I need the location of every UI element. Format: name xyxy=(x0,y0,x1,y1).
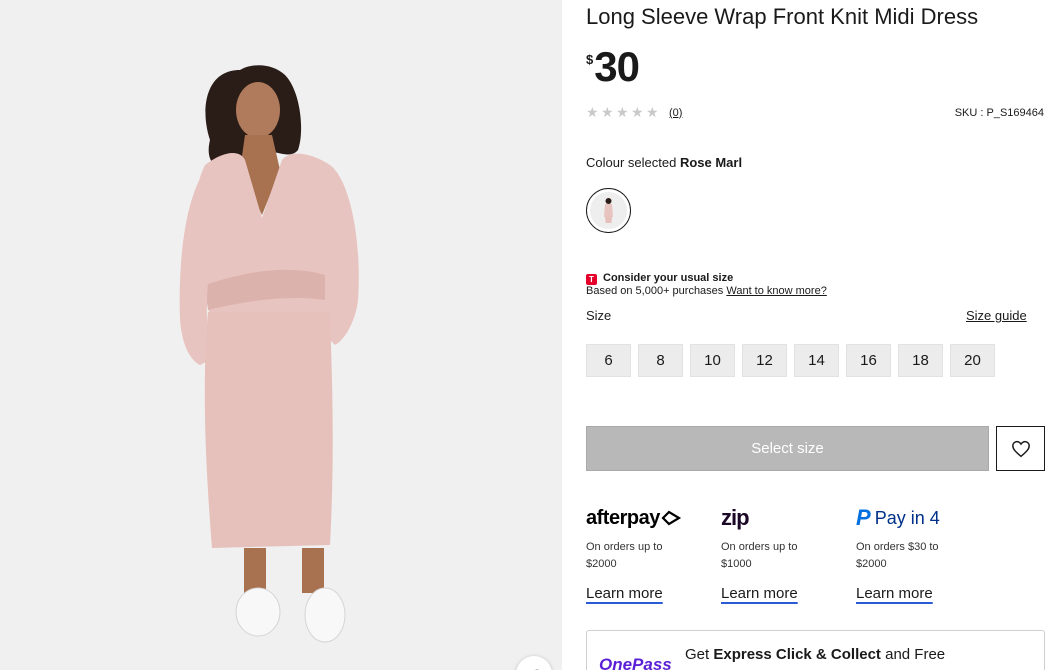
afterpay-desc-line1: On orders up to xyxy=(586,541,663,553)
paypal-logo: P Pay in 4 xyxy=(856,505,940,530)
colour-selected-value: Rose Marl xyxy=(679,155,743,170)
star-icon: ★ xyxy=(631,104,644,120)
star-icon: ★ xyxy=(646,104,659,120)
rating[interactable]: ★ ★ ★ ★ ★ (0) xyxy=(586,104,682,120)
size-advice: T Consider your usual size Based on 5,000… xyxy=(586,272,827,298)
colour-label-text: Colour selected xyxy=(586,155,677,170)
product-title: Long Sleeve Wrap Front Knit Midi Dress xyxy=(586,4,979,29)
size-option-14[interactable]: 14 xyxy=(794,344,839,377)
size-advice-heading: Consider your usual size xyxy=(603,272,734,284)
size-guide-link[interactable]: Size guide xyxy=(966,308,1027,323)
paypal-learn-more-link[interactable]: Learn more xyxy=(856,585,933,602)
onepass-banner[interactable]: OnePass Get Express Click & Collect and … xyxy=(586,630,1045,670)
onepass-logo: OnePass xyxy=(599,655,672,670)
heart-icon xyxy=(1011,440,1030,457)
star-icon: ★ xyxy=(586,104,599,120)
size-option-16[interactable]: 16 xyxy=(846,344,891,377)
afterpay-desc-line2: $2000 xyxy=(586,558,617,570)
review-count-link[interactable]: (0) xyxy=(669,107,682,119)
star-icon: ★ xyxy=(616,104,629,120)
size-option-12[interactable]: 12 xyxy=(742,344,787,377)
paypal-icon: P xyxy=(856,505,871,530)
afterpay-arrows-icon xyxy=(661,510,681,526)
size-advice-text: Based on 5,000+ purchases xyxy=(586,285,724,297)
zip-desc-line2: $1000 xyxy=(721,558,752,570)
size-option-6[interactable]: 6 xyxy=(586,344,631,377)
swatch-thumbnail xyxy=(590,192,627,229)
price-amount: 30 xyxy=(594,43,640,90)
product-info-panel: Long Sleeve Wrap Front Knit Midi Dress $… xyxy=(586,0,1047,670)
currency-symbol: $ xyxy=(586,52,594,67)
select-size-button[interactable]: Select size xyxy=(586,426,989,471)
colour-swatch-rose-marl[interactable] xyxy=(586,188,631,233)
wishlist-button[interactable] xyxy=(996,426,1045,471)
paypal-option: P Pay in 4 On orders $30 to $2000 Learn … xyxy=(856,504,986,603)
sku-label: SKU : P_S169464 xyxy=(954,107,1044,119)
size-option-10[interactable]: 10 xyxy=(690,344,735,377)
product-price: $ 30 xyxy=(586,43,640,90)
afterpay-option: afterpay On orders up to $2000 Learn mor… xyxy=(586,504,716,603)
zip-option: zip On orders up to $1000 Learn more xyxy=(721,504,851,603)
size-option-8[interactable]: 8 xyxy=(638,344,683,377)
want-to-know-more-link[interactable]: Want to know more? xyxy=(726,285,826,297)
size-option-18[interactable]: 18 xyxy=(898,344,943,377)
afterpay-logo: afterpay xyxy=(586,504,716,532)
size-options: 6 8 10 12 14 16 18 20 xyxy=(586,344,995,377)
size-label: Size xyxy=(586,308,612,323)
product-photo xyxy=(0,0,562,670)
afterpay-learn-more-link[interactable]: Learn more xyxy=(586,585,663,602)
onepass-promo-text: Get Express Click & Collect and Free xyxy=(685,646,946,663)
zip-learn-more-link[interactable]: Learn more xyxy=(721,585,798,602)
zip-logo: zip xyxy=(721,505,750,530)
zip-desc-line1: On orders up to xyxy=(721,541,798,553)
paypal-desc-line1: On orders $30 to xyxy=(856,541,939,553)
star-icon: ★ xyxy=(601,104,614,120)
brand-badge-icon: T xyxy=(586,274,597,285)
product-image-gallery[interactable]: ⤢ xyxy=(0,0,562,670)
size-option-20[interactable]: 20 xyxy=(950,344,995,377)
paypal-desc-line2: $2000 xyxy=(856,558,887,570)
expand-arrow-icon: ⤢ xyxy=(529,667,539,670)
colour-selected-label: Colour selected Rose Marl xyxy=(586,155,742,170)
